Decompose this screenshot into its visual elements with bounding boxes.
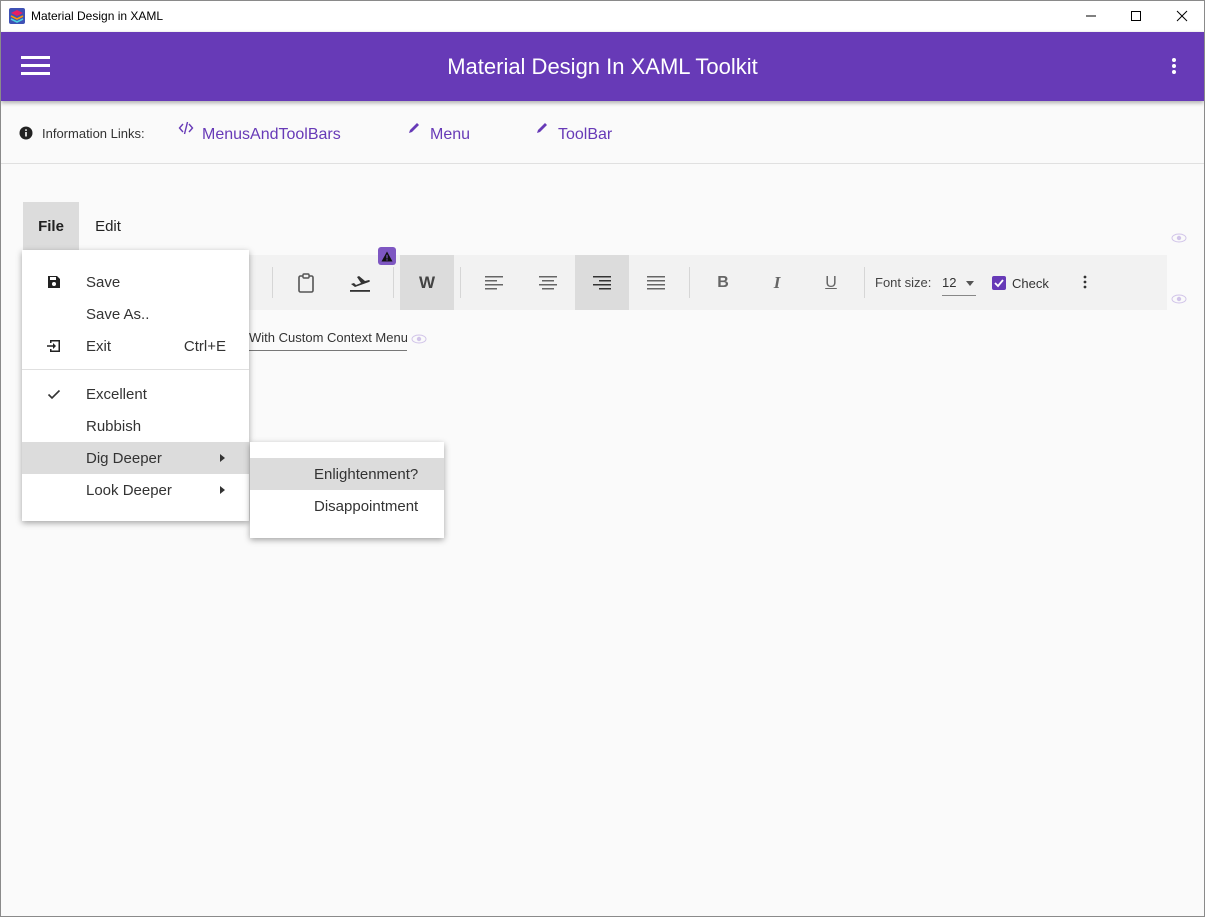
menu-edit[interactable]: Edit xyxy=(85,202,131,250)
menu-item-label: Look Deeper xyxy=(86,482,172,499)
file-menu-dropdown: Save Save As.. Exit Ctrl+E Excellent Rub… xyxy=(22,250,249,521)
underline-icon: U xyxy=(825,273,837,291)
align-center-icon xyxy=(539,275,557,289)
toolbar-separator xyxy=(864,267,865,298)
menu-item-dig-deeper[interactable]: Dig Deeper xyxy=(22,442,249,474)
link-label: MenusAndToolBars xyxy=(202,126,341,143)
clipboard-icon xyxy=(298,272,314,293)
exit-icon xyxy=(47,340,60,352)
align-left-icon xyxy=(485,275,503,289)
app-title: Material Design In XAML Toolkit xyxy=(447,54,758,79)
menu-item-label: Rubbish xyxy=(86,418,142,435)
paste-button[interactable] xyxy=(279,255,333,310)
warning-badge xyxy=(378,247,396,265)
toolbar-overflow-button[interactable] xyxy=(1075,272,1095,292)
italic-button[interactable]: I xyxy=(750,255,804,310)
bold-button[interactable]: B xyxy=(696,255,750,310)
maximize-button[interactable] xyxy=(1113,1,1159,31)
checkmark-icon xyxy=(994,279,1004,288)
submenu-arrow-icon xyxy=(220,486,225,494)
pencil-icon xyxy=(409,123,419,133)
check-icon xyxy=(47,389,61,400)
submenu-item-enlightenment[interactable]: Enlightenment? xyxy=(250,458,444,490)
hint-eye-icon xyxy=(1171,294,1187,304)
dig-deeper-submenu: Enlightenment? Disappointment xyxy=(250,442,444,538)
close-button[interactable] xyxy=(1159,1,1204,31)
link-label: Menu xyxy=(430,126,471,143)
toolbar-separator xyxy=(393,267,394,298)
font-size-label: Font size: xyxy=(875,275,932,290)
menu-item-exit[interactable]: Exit Ctrl+E xyxy=(22,330,249,362)
word-wrap-toggle[interactable]: W xyxy=(400,255,454,310)
menu-item-label: Dig Deeper xyxy=(86,450,162,467)
custom-context-menu-textbox[interactable]: With Custom Context Menu xyxy=(249,330,407,351)
word-wrap-label: W xyxy=(418,272,436,292)
maximize-icon xyxy=(1131,11,1141,21)
align-right-button[interactable] xyxy=(575,255,629,310)
link-label: ToolBar xyxy=(558,126,613,143)
warning-icon xyxy=(381,251,393,261)
more-options-icon[interactable] xyxy=(1163,54,1185,78)
menu-file[interactable]: File xyxy=(23,202,79,250)
more-options-icon xyxy=(1083,275,1087,289)
pencil-icon xyxy=(537,123,547,133)
window-title: Material Design in XAML xyxy=(31,9,164,23)
toolbar-separator xyxy=(272,267,273,298)
toolbar-separator xyxy=(460,267,461,298)
airplane-takeoff-icon xyxy=(350,275,370,292)
font-size-select[interactable]: 12 xyxy=(942,269,976,296)
app-logo-icon xyxy=(9,8,25,24)
menu-item-save[interactable]: Save xyxy=(22,266,249,298)
close-icon xyxy=(1176,10,1188,22)
submenu-item-disappointment[interactable]: Disappointment xyxy=(250,490,444,522)
code-icon xyxy=(178,121,194,135)
information-links-label: Information Links: xyxy=(42,126,145,141)
menu-item-label: Excellent xyxy=(86,386,147,403)
menu-item-save-as[interactable]: Save As.. xyxy=(22,298,249,330)
check-checkbox[interactable] xyxy=(992,276,1006,290)
submenu-arrow-icon xyxy=(220,454,225,462)
app-bar: Material Design In XAML Toolkit xyxy=(1,32,1204,101)
check-label: Check xyxy=(1012,276,1049,291)
align-justify-icon xyxy=(647,275,665,289)
italic-icon: I xyxy=(773,272,781,292)
menu-item-rubbish[interactable]: Rubbish xyxy=(22,410,249,442)
menu-item-label: Exit xyxy=(86,338,112,355)
menu-item-look-deeper[interactable]: Look Deeper xyxy=(22,474,249,506)
title-bar: Material Design in XAML xyxy=(1,1,1204,31)
submenu-item-label: Disappointment xyxy=(314,498,419,515)
align-right-icon xyxy=(593,275,611,289)
link-toolbar[interactable]: ToolBar xyxy=(537,123,613,144)
minimize-button[interactable] xyxy=(1068,1,1114,31)
font-size-value: 12 xyxy=(942,275,957,290)
hint-eye-icon xyxy=(411,334,427,344)
information-links-bar: Information Links: MenusAndToolBars Menu… xyxy=(1,101,1204,164)
menu-item-label: Save As.. xyxy=(86,306,150,323)
link-menus-and-toolbars[interactable]: MenusAndToolBars xyxy=(178,121,341,144)
toolbar-separator xyxy=(689,267,690,298)
info-icon xyxy=(19,126,33,140)
align-center-button[interactable] xyxy=(521,255,575,310)
dropdown-arrow-icon xyxy=(966,281,974,286)
link-menu[interactable]: Menu xyxy=(409,123,471,144)
menu-divider xyxy=(22,369,249,370)
bold-icon: B xyxy=(717,273,729,291)
hint-eye-icon xyxy=(1171,233,1187,243)
menu-item-excellent[interactable]: Excellent xyxy=(22,378,249,410)
minimize-icon xyxy=(1086,15,1096,17)
app-window: Material Design in XAML Material Design … xyxy=(0,0,1205,917)
align-left-button[interactable] xyxy=(467,255,521,310)
align-justify-button[interactable] xyxy=(629,255,683,310)
menu-item-label: Save xyxy=(86,274,121,291)
submenu-item-label: Enlightenment? xyxy=(314,466,419,483)
underline-button[interactable]: U xyxy=(804,255,858,310)
save-icon xyxy=(48,276,60,288)
menu-item-shortcut: Ctrl+E xyxy=(183,338,226,355)
